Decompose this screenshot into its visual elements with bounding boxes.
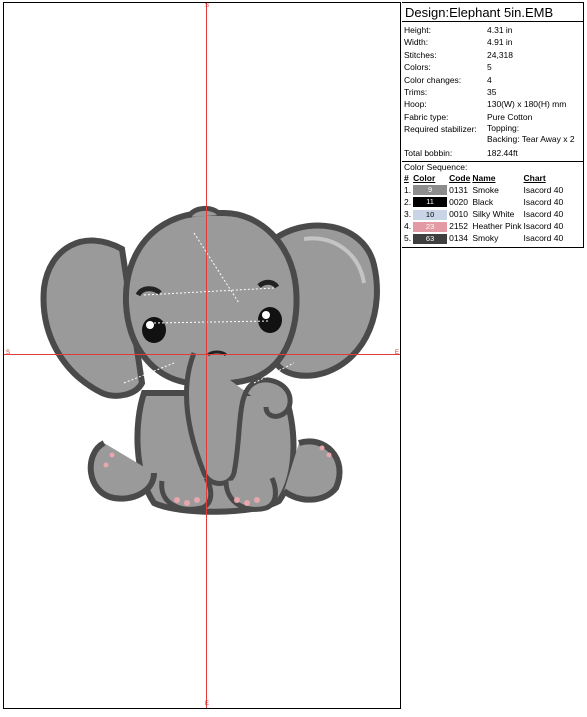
- property-key: Color changes:: [404, 74, 462, 85]
- property-key: Colors:: [404, 62, 431, 73]
- header-name: Name: [472, 172, 496, 183]
- color-sequence-title: Color Sequence:: [402, 160, 583, 173]
- property-row-total-bobbin: Total bobbin: 182.44ft: [404, 147, 583, 159]
- property-value: Topping: Backing: Tear Away x 2: [487, 123, 583, 147]
- property-value: 4.31 in: [487, 25, 513, 35]
- sequence-color: 11: [413, 196, 449, 208]
- sequence-name: Silky White: [472, 208, 515, 219]
- property-key: Width:: [404, 37, 429, 48]
- sequence-chart: Isacord 40: [523, 208, 564, 219]
- property-row-stitches: Stitches: 24,318: [404, 49, 583, 61]
- sequence-chart: Isacord 40: [523, 184, 564, 195]
- property-key: Fabric type:: [404, 111, 449, 122]
- sequence-code: 0134: [449, 233, 469, 244]
- sequence-color: 23: [413, 220, 449, 232]
- sequence-num: 3.: [404, 208, 412, 219]
- property-key: Required stabilizer:: [404, 124, 477, 135]
- color-swatch: 9: [413, 185, 448, 196]
- color-swatch: 11: [413, 197, 448, 208]
- property-key: Stitches:: [404, 49, 437, 60]
- property-row-color-changes: Color changes: 4: [404, 74, 583, 86]
- property-key: Total bobbin:: [404, 148, 453, 159]
- header-color: Color: [413, 172, 436, 183]
- color-swatch: 23: [413, 221, 448, 232]
- property-value: 4.91 in: [487, 37, 513, 48]
- stabilizer-backing: Backing: Tear Away x 2: [487, 134, 575, 145]
- table-row: 2. 11 0020 Black Isacord 40: [404, 196, 565, 208]
- header-num: #: [404, 172, 409, 183]
- sequence-color: 63: [413, 232, 449, 245]
- property-row-width: Width: 4.91 in: [404, 36, 583, 48]
- design-canvas: S E S E: [3, 2, 401, 709]
- page-footer: [0, 710, 587, 717]
- property-value: 35: [487, 86, 497, 97]
- property-key: Hoop:: [404, 99, 427, 110]
- property-value: 24,318: [487, 49, 513, 60]
- sequence-name: Smoke: [472, 184, 499, 195]
- sequence-name: Heather Pink: [472, 221, 522, 232]
- property-key: Trims:: [404, 86, 428, 97]
- header-chart: Chart: [523, 172, 546, 183]
- sequence-num: 1.: [404, 184, 412, 195]
- table-row: 5. 63 0134 Smoky Isacord 40: [404, 232, 565, 245]
- property-value: Pure Cotton: [487, 111, 533, 122]
- sequence-chart: Isacord 40: [523, 196, 564, 207]
- table-row: 1. 9 0131 Smoke Isacord 40: [404, 184, 565, 196]
- sequence-code: 0010: [449, 208, 469, 219]
- axis-label-top: S: [205, 3, 210, 9]
- stabilizer-topping: Topping:: [487, 123, 520, 134]
- axis-label-left: S: [6, 350, 11, 356]
- property-value: 130(W) x 180(H) mm: [487, 99, 567, 110]
- vertical-center-line: [206, 3, 207, 708]
- color-swatch: 10: [413, 209, 448, 220]
- property-key: Height:: [404, 25, 431, 35]
- sequence-num: 4.: [404, 221, 412, 232]
- table-row: 4. 23 2152 Heather Pink Isacord 40: [404, 220, 565, 232]
- property-value: 4: [487, 74, 492, 85]
- property-row-fabric-type: Fabric type: Pure Cotton: [404, 111, 583, 123]
- property-row-hoop: Hoop: 130(W) x 180(H) mm: [404, 98, 583, 110]
- sequence-code: 0131: [449, 184, 469, 195]
- sequence-chart: Isacord 40: [523, 233, 564, 244]
- sequence-num: 5.: [404, 233, 412, 244]
- color-swatch: 63: [413, 234, 448, 245]
- property-value: 182.44ft: [487, 148, 518, 159]
- design-properties: Height: 4.31 in Width: 4.91 in Stitches: 24…: [402, 22, 583, 160]
- property-value: 5: [487, 62, 492, 73]
- property-row-height: Height: 4.31 in: [404, 24, 583, 36]
- axis-label-bottom: E: [205, 701, 210, 707]
- color-sequence-header: # Color Code Name Chart: [404, 173, 565, 184]
- axis-label-right: E: [395, 350, 400, 356]
- property-row-stabilizer: Required stabilizer: Topping: Backing: Tea…: [404, 123, 583, 147]
- color-sequence-rows: 1. 9 0131 Smoke Isacord 40 2. 11 0020 Black Isaco…: [404, 184, 565, 245]
- sequence-chart: Isacord 40: [523, 221, 564, 232]
- sequence-code: 0020: [449, 196, 469, 207]
- horizontal-center-line: [4, 354, 400, 355]
- property-row-trims: Trims: 35: [404, 86, 583, 98]
- design-info-panel: Design:Elephant 5in.EMB Height: 4.31 in W…: [402, 2, 584, 248]
- property-row-colors: Colors: 5: [404, 61, 583, 73]
- table-row: 3. 10 0010 Silky White Isacord 40: [404, 208, 565, 220]
- header-code: Code: [449, 172, 471, 183]
- sequence-code: 2152: [449, 221, 469, 232]
- sequence-num: 2.: [404, 196, 412, 207]
- sequence-color: 9: [413, 184, 449, 196]
- sequence-name: Black: [472, 196, 494, 207]
- sequence-color: 10: [413, 208, 449, 220]
- design-title: Design:Elephant 5in.EMB: [402, 3, 583, 22]
- sequence-name: Smoky: [472, 233, 499, 244]
- elephant-design-artwork: [40, 206, 380, 515]
- color-sequence-table: # Color Code Name Chart 1. 9 0131 Smoke Isac…: [404, 173, 565, 245]
